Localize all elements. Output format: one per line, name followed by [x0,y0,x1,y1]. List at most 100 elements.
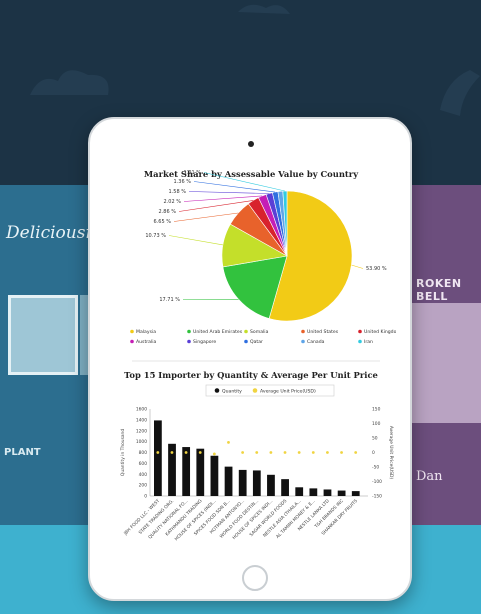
pie-leader-line [193,181,276,193]
quantity-bar [252,470,261,496]
avg-price-point [241,451,245,454]
quantity-bar [224,466,233,496]
avg-price-point [212,452,216,456]
avg-price-point [227,440,230,444]
quantity-bar [210,455,219,496]
left-axis-tick: 1200 [136,428,147,434]
quantity-bar [238,469,247,496]
legend-quantity-marker [214,388,220,393]
left-axis-tick: 0 [144,494,147,500]
pie-slice-label: 2.86 % [159,209,177,215]
left-axis-tick: 1000 [136,439,147,445]
pie-leader-line [173,212,239,222]
pie-legend-marker [301,329,305,334]
left-axis-tick: 1600 [136,407,147,413]
left-axis-tick: 400 [139,472,148,478]
avg-price-point [311,451,315,454]
quantity-bar [154,420,162,496]
legend-avg-marker [252,388,258,393]
right-axis-tick: 150 [372,407,381,413]
pie-slice-label: 1.58 % [169,189,187,195]
pie-leader-line [168,235,224,246]
avg-price-point [184,451,188,454]
pie-legend-marker [358,329,362,334]
pie-legend-label: Australia [136,339,157,345]
avg-price-point [269,451,273,454]
avg-price-point [297,451,301,454]
right-axis-tick: -100 [372,479,382,485]
pie-legend-label: Somalia [250,329,269,335]
pie-slice-label: 1.36 % [174,179,192,185]
pie-legend-marker [358,339,362,344]
camera-icon [248,141,254,147]
pie-chart-title: Market Share by Assessable Value by Coun… [144,169,359,179]
pie-legend-label: United States [307,329,339,335]
left-axis-tick: 600 [139,461,148,467]
pie-slice-label: 53.90 % [366,266,387,272]
right-axis-tick: -150 [372,494,382,500]
left-photo-card [8,295,78,375]
bar-chart-title: Top 15 Importer by Quantity & Average Pe… [124,370,378,380]
quantity-bar [182,447,191,496]
pie-legend-label: Qatar [250,339,263,345]
quantity-bar [295,487,304,496]
quantity-bar [267,474,275,496]
pie-legend-marker [130,339,134,344]
pie-legend-label: United Arab Emirates [193,329,243,335]
pie-legend-marker [187,329,191,334]
quantity-bar [337,490,346,496]
left-axis-tick: 200 [139,483,148,489]
pie-legend-marker [130,329,134,334]
left-axis-tick: 800 [139,450,148,456]
pie-legend-marker [187,339,191,344]
tablet-device: Market Share by Assessable Value by Coun… [88,117,412,601]
quantity-bar [323,489,332,496]
pie-legend-marker [301,339,305,344]
right-sign-2: Dan [416,469,443,484]
charts-svg: Market Share by Assessable Value by Coun… [120,169,396,543]
right-building-photo [410,303,481,423]
avg-price-point [198,451,202,454]
home-button[interactable] [242,565,268,591]
quantity-bar [351,491,360,496]
pie-legend-label: United Kingdom [364,329,396,335]
legend-quantity: Quantity [222,388,242,394]
pie-legend-marker [244,339,248,344]
quantity-bar [196,448,205,496]
left-word: PLANT [4,447,41,458]
bar-chart: 0 200 400 600 800 1000 1200 1400 1600 150 100 50 0 -5… [120,407,394,543]
pie-slice-label: 2.02 % [164,199,182,205]
right-axis-tick: 100 [372,421,381,427]
avg-price-point [354,451,358,454]
left-axis-label: Quantity in Thousand [120,429,126,476]
pie-chart: 53.90 % 17.71 % 10.73 % 6.65 % 2.86 % 2.02 % 1… [145,170,387,322]
pie-legend: Malaysia United Arab Emirates Somalia Unite… [130,329,396,345]
avg-price-point [170,451,174,454]
pie-slice-label: 6.65 % [154,219,172,225]
pie-slice-label: 17.71 % [159,297,180,303]
right-sign: ROKEN BELL [416,277,462,303]
pie-legend-label: Iran [364,339,373,345]
right-axis-label: Average Unit Price(USD) [388,426,394,480]
avg-price-point [255,451,259,454]
avg-price-point [156,451,160,454]
pie-legend-marker [244,329,248,334]
pie-legend-label: Malaysia [136,329,156,335]
avg-price-point [340,451,343,454]
pie-legend-label: Canada [307,339,325,345]
pie-slice-label: 10.73 % [145,233,166,239]
pie-legend-label: Singapore [193,339,216,345]
quantity-bar [281,479,289,496]
pie-slice-label: 1.01 % [184,170,202,176]
left-background-panel: Deliciousness PLANT [0,185,124,525]
legend-avg: Average Unit Price(USD) [260,388,316,394]
pie-leader-line [351,264,364,269]
right-axis-tick: -50 [372,465,379,471]
pie-leader-line [188,191,270,194]
tablet-screen: Market Share by Assessable Value by Coun… [106,163,396,557]
bar-legend: Quantity Average Unit Price(USD) [205,384,335,397]
quantity-bar [309,488,318,496]
left-axis-tick: 1400 [136,417,147,423]
avg-price-point [283,451,287,454]
right-axis-tick: 0 [372,450,375,456]
